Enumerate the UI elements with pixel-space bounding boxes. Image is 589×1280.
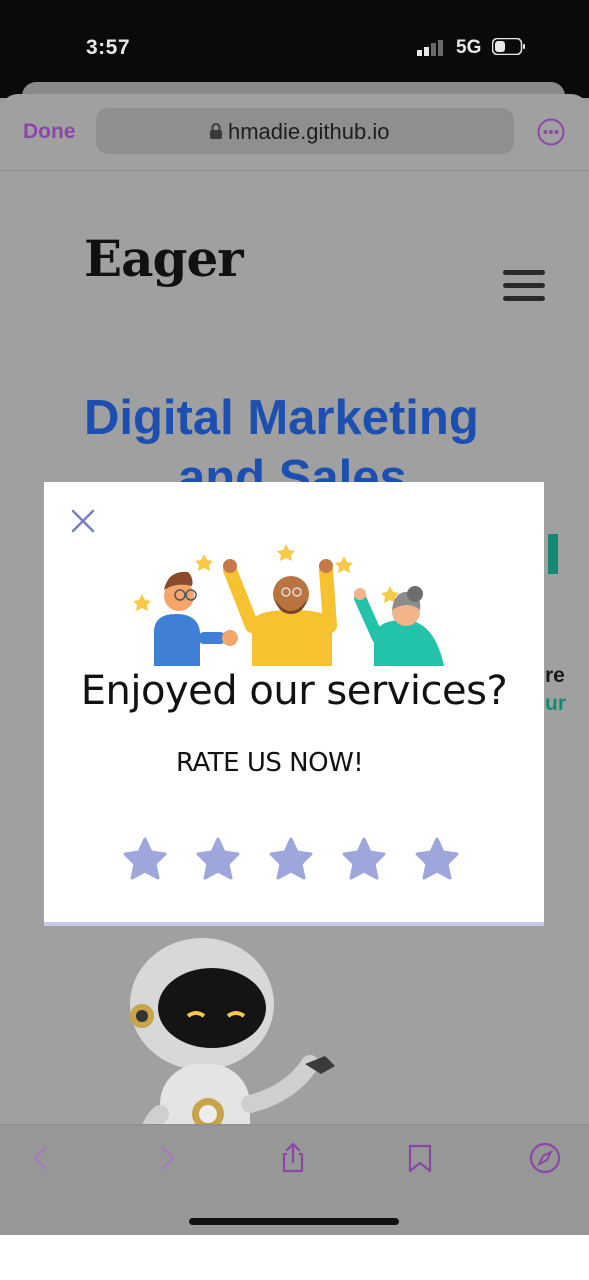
site-logo[interactable]: Eager (84, 229, 244, 288)
hamburger-menu-icon[interactable] (503, 270, 545, 302)
star-icon[interactable] (268, 836, 314, 882)
hero-heading-line1: Digital Marketing (84, 391, 479, 445)
modal-bottom-border (44, 922, 544, 926)
close-icon[interactable] (70, 508, 96, 534)
edge-text-fragment-teal: ur (545, 692, 566, 715)
more-options-icon[interactable] (537, 118, 565, 146)
status-time: 3:57 (86, 36, 131, 59)
lock-icon (210, 123, 222, 139)
network-label: 5G (456, 37, 482, 58)
url-text: hmadie.github.io (228, 119, 390, 144)
star-icon[interactable] (414, 836, 460, 882)
star-icon[interactable] (122, 836, 168, 882)
chevron-right-icon[interactable] (150, 1141, 184, 1175)
hero-teal-text-fragment (548, 534, 558, 574)
signal-icon (417, 40, 443, 56)
star-icon[interactable] (195, 836, 241, 882)
happy-people-illustration (134, 544, 444, 666)
star-rating[interactable] (122, 836, 472, 886)
modal-title: Enjoyed our services? (80, 668, 508, 714)
battery-icon (492, 38, 525, 55)
chevron-left-icon[interactable] (24, 1141, 58, 1175)
done-button[interactable]: Done (23, 120, 76, 144)
address-bar[interactable]: hmadie.github.io (96, 108, 514, 154)
bookmark-icon[interactable] (403, 1141, 437, 1175)
star-icon[interactable] (341, 836, 387, 882)
compass-icon[interactable] (528, 1141, 562, 1175)
edge-text-fragment: re (545, 664, 565, 687)
browser-bottom-toolbar (0, 1124, 589, 1235)
share-icon[interactable] (276, 1141, 310, 1175)
home-indicator (189, 1218, 399, 1225)
rating-modal: Enjoyed our services? RATE US NOW! (44, 482, 544, 926)
modal-subtitle: RATE US NOW! (176, 748, 364, 778)
browser-top-bar: Done hmadie.github.io (0, 94, 589, 171)
